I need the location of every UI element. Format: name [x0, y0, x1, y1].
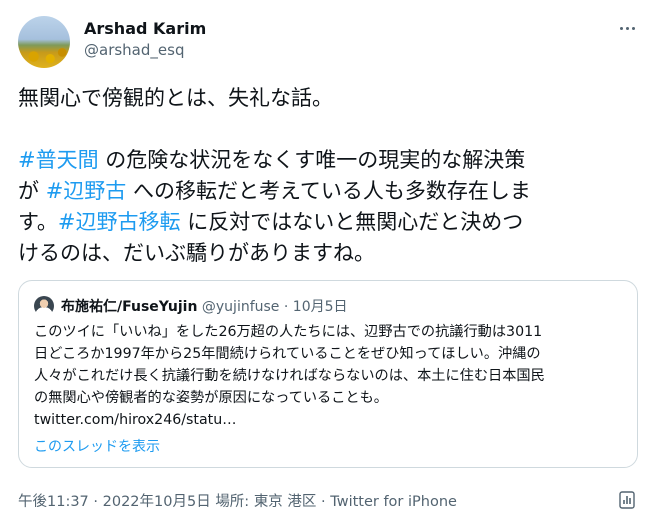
tweet-text-segment: けるのは、だいぶ驕りがありますね。	[18, 241, 375, 265]
quoted-tweet-card[interactable]: 布施祐仁/FuseYujin @yujinfuse · 10月5日 このツイに「…	[18, 280, 638, 468]
author-display-name[interactable]: Arshad Karim	[84, 19, 206, 38]
show-thread-link[interactable]: このスレッドを表示	[34, 436, 160, 456]
tweet-source[interactable]: Twitter for iPhone	[330, 494, 457, 510]
tweet-metadata: 午後11:37 · 2022年10月5日 場所: 東京 港区 · Twitter…	[18, 490, 457, 511]
tweet-text-segment: への移転だと考えている人も多数存在しま	[126, 179, 531, 203]
more-icon[interactable]	[615, 18, 639, 38]
quoted-tweet-date: 10月5日	[292, 299, 348, 315]
quoted-text-line: このツイに「いいね」をした26万超の人たちには、辺野古での抗議行動は3011	[34, 324, 543, 340]
quoted-tweet-text: このツイに「いいね」をした26万超の人たちには、辺野古での抗議行動は3011 日…	[34, 321, 629, 431]
tweet-text: 無関心で傍観的とは、失礼な話。 #普天間 の危険な状況をなくす唯一の現実的な解決策…	[18, 83, 643, 269]
hashtag-link[interactable]: #普天間	[18, 148, 99, 172]
hashtag-link[interactable]: #辺野古	[46, 179, 127, 203]
tweet-text-line: 無関心で傍観的とは、失礼な話。	[18, 83, 643, 114]
tweet-text-line: #普天間 の危険な状況をなくす唯一の現実的な解決策	[18, 145, 643, 176]
hashtag-link[interactable]: #辺野古移転	[58, 210, 181, 234]
tweet-text-segment: 無関心で傍観的とは、失礼な話。	[18, 86, 333, 110]
tweet-text-segment: の危険な状況をなくす唯一の現実的な解決策	[98, 148, 526, 172]
quoted-author-name: 布施祐仁/FuseYujin	[61, 299, 198, 315]
author-handle[interactable]: @arshad_esq	[84, 41, 184, 59]
quoted-tweet-header: 布施祐仁/FuseYujin @yujinfuse · 10月5日	[61, 296, 348, 316]
tweet-text-segment: す。	[18, 210, 58, 234]
quoted-text-line: 人々がこれだけ長く抗議行動を続けなければならないのは、本土に住む日本国民	[34, 368, 545, 384]
tweet-timestamp[interactable]: 午後11:37 · 2022年10月5日	[18, 494, 211, 510]
quoted-author-handle: @yujinfuse	[201, 299, 280, 315]
tweet-text-segment: に反対ではないと無関心だと決めつ	[180, 210, 524, 234]
tweet-location[interactable]: 東京 港区	[254, 494, 317, 510]
analytics-icon[interactable]	[617, 490, 637, 510]
tweet-text-line: す。#辺野古移転 に反対ではないと無関心だと決めつ	[18, 207, 643, 238]
tweet-text-line: けるのは、だいぶ驕りがありますね。	[18, 238, 643, 269]
quoted-separator: ·	[283, 299, 289, 315]
location-label: 場所:	[215, 494, 250, 510]
quoted-text-line: 日どころか1997年から25年間続けられていることをぜひ知ってほしい。沖縄の	[34, 346, 541, 362]
author-avatar[interactable]	[18, 16, 70, 68]
tweet-text-segment: が	[18, 179, 46, 203]
quoted-author-avatar	[34, 296, 54, 316]
metadata-separator: ·	[321, 494, 326, 510]
quoted-link[interactable]: twitter.com/hirox246/statu…	[34, 409, 629, 431]
quoted-text-line: の無関心や傍観者的な姿勢が原因になっていることも。	[34, 390, 388, 406]
tweet-text-line: が #辺野古 への移転だと考えている人も多数存在しま	[18, 176, 643, 207]
